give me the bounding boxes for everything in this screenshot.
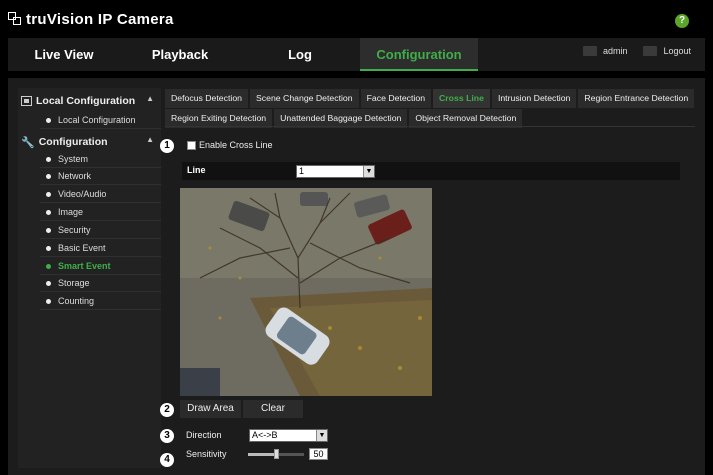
- enable-cross-line-label: Enable Cross Line: [199, 140, 273, 150]
- sidebar-item-label: Network: [58, 171, 92, 181]
- bullet-icon: [46, 263, 51, 269]
- content-panel: Local Configuration ▲ Local Configuratio…: [8, 78, 705, 475]
- username: admin: [602, 46, 628, 56]
- line-row: Line 1 ▼: [182, 162, 680, 180]
- tab-intrusion-detection[interactable]: Intrusion Detection: [491, 89, 577, 108]
- sidebar-item-video-audio[interactable]: Video/Audio: [40, 186, 161, 203]
- video-preview[interactable]: [180, 188, 432, 396]
- chevron-up-icon[interactable]: ▲: [146, 135, 154, 144]
- line-select[interactable]: 1 ▼: [296, 165, 375, 178]
- step-3-marker: 3: [160, 429, 174, 443]
- sidebar-item-security[interactable]: Security: [40, 222, 161, 239]
- sidebar-item-label: Video/Audio: [58, 189, 107, 199]
- line-label: Line: [187, 165, 206, 175]
- chevron-up-icon[interactable]: ▲: [146, 94, 154, 103]
- sidebar-item-label: System: [58, 154, 89, 164]
- tab-region-entrance-detection[interactable]: Region Entrance Detection: [578, 89, 695, 108]
- bullet-icon: [46, 117, 51, 123]
- line-select-value: 1: [299, 166, 305, 176]
- clear-button[interactable]: Clear: [243, 400, 303, 418]
- camera-scene: [180, 188, 432, 396]
- bullet-icon: [46, 280, 51, 286]
- direction-select[interactable]: A<->B ▼: [249, 429, 328, 442]
- tab-configuration[interactable]: Configuration: [360, 38, 478, 71]
- tab-divider: [165, 126, 695, 127]
- sidebar: Local Configuration ▲ Local Configuratio…: [18, 88, 161, 468]
- bullet-icon: [46, 191, 51, 197]
- sensitivity-label: Sensitivity: [186, 449, 227, 459]
- brand-name: truVision IP Camera: [26, 10, 174, 28]
- top-navigation: Live View Playback Log Configuration adm…: [8, 38, 705, 71]
- step-2-marker: 2: [160, 403, 174, 417]
- bullet-icon: [46, 245, 51, 251]
- sidebar-header-label: Configuration: [38, 136, 108, 148]
- draw-controls: Draw Area Clear: [180, 400, 303, 418]
- sidebar-item-label: Basic Event: [58, 243, 106, 253]
- logout-link[interactable]: Logout: [663, 46, 691, 56]
- sidebar-item-basic-event[interactable]: Basic Event: [40, 240, 161, 257]
- bullet-icon: [46, 156, 51, 162]
- tab-face-detection[interactable]: Face Detection: [360, 89, 432, 108]
- sensitivity-fill: [248, 453, 276, 456]
- user-area: admin Logout: [582, 46, 691, 56]
- chevron-down-icon[interactable]: ▼: [363, 166, 374, 177]
- sidebar-item-image[interactable]: Image: [40, 204, 161, 221]
- enable-cross-line[interactable]: Enable Cross Line: [187, 140, 273, 150]
- tab-defocus-detection[interactable]: Defocus Detection: [165, 89, 248, 108]
- direction-select-value: A<->B: [252, 430, 278, 440]
- bullet-icon: [46, 173, 51, 179]
- tab-cross-line[interactable]: Cross Line: [433, 89, 490, 108]
- sidebar-item-network[interactable]: Network: [40, 168, 161, 185]
- draw-area-button[interactable]: Draw Area: [180, 400, 241, 418]
- logout-icon[interactable]: [643, 46, 658, 56]
- direction-label: Direction: [186, 430, 222, 440]
- monitor-icon: [21, 96, 32, 106]
- sidebar-item-local-configuration[interactable]: Local Configuration: [40, 112, 161, 129]
- sidebar-item-counting[interactable]: Counting: [40, 293, 161, 310]
- sidebar-item-label: Local Configuration: [58, 115, 136, 125]
- sidebar-item-label: Security: [58, 225, 91, 235]
- tab-live-view[interactable]: Live View: [8, 38, 120, 71]
- sidebar-item-storage[interactable]: Storage: [40, 275, 161, 292]
- logo-icon: [8, 12, 22, 26]
- bullet-icon: [46, 209, 51, 215]
- sensitivity-thumb[interactable]: [274, 449, 279, 459]
- sidebar-item-smart-event[interactable]: Smart Event: [40, 258, 161, 275]
- sensitivity-slider[interactable]: [248, 449, 304, 459]
- sidebar-header-configuration[interactable]: 🔧 Configuration ▲: [18, 131, 161, 153]
- tab-log[interactable]: Log: [240, 38, 360, 71]
- sidebar-header-local[interactable]: Local Configuration ▲: [18, 90, 161, 112]
- tab-playback[interactable]: Playback: [120, 38, 240, 71]
- brand: truVision IP Camera: [8, 7, 174, 31]
- sidebar-header-label: Local Configuration: [36, 95, 136, 107]
- step-4-marker: 4: [160, 453, 174, 467]
- bullet-icon: [46, 298, 51, 304]
- chevron-down-icon[interactable]: ▼: [316, 430, 327, 441]
- sidebar-item-label: Counting: [58, 296, 95, 306]
- sensitivity-value[interactable]: 50: [309, 448, 328, 460]
- sidebar-item-system[interactable]: System: [40, 151, 161, 168]
- sidebar-item-label: Smart Event: [58, 261, 111, 271]
- bullet-icon: [46, 227, 51, 233]
- enable-cross-line-checkbox[interactable]: [187, 140, 196, 150]
- detection-tabs-row-1: Defocus Detection Scene Change Detection…: [165, 89, 695, 108]
- wrench-icon: 🔧: [21, 136, 35, 149]
- help-icon[interactable]: ?: [675, 14, 689, 28]
- step-1-marker: 1: [160, 139, 174, 153]
- tab-scene-change-detection[interactable]: Scene Change Detection: [250, 89, 359, 108]
- sidebar-item-label: Storage: [58, 278, 90, 288]
- user-icon: [582, 46, 597, 56]
- sidebar-item-label: Image: [58, 207, 84, 217]
